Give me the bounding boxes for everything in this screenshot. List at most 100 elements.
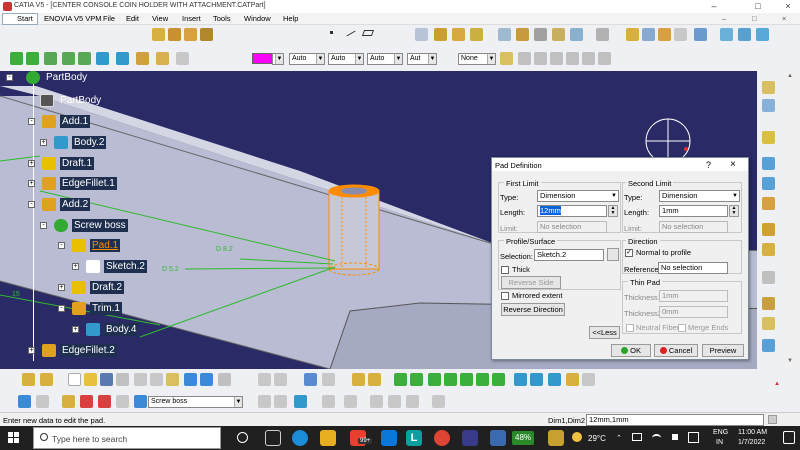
ok-button[interactable]: OK [611, 344, 651, 357]
sketcher-icon[interactable] [607, 248, 619, 261]
reverse-side-button[interactable]: Reverse Side [501, 276, 561, 289]
format-icon-4[interactable] [566, 52, 579, 65]
mirror-tool-icon[interactable] [738, 28, 751, 41]
zoom-in-bottom-icon[interactable] [460, 373, 473, 386]
task-view-icon[interactable] [265, 430, 281, 446]
scroll-up-icon[interactable]: ▲ [787, 73, 793, 79]
expand-toggle[interactable]: + [28, 180, 35, 187]
menu-file[interactable]: File [103, 14, 115, 23]
mirrored-extent-checkbox[interactable] [501, 292, 509, 300]
power-input-clear-icon[interactable] [768, 415, 777, 424]
remove-tool-icon[interactable] [570, 28, 583, 41]
expand-toggle[interactable]: - [58, 242, 65, 249]
expand-toggle[interactable]: - [40, 222, 47, 229]
curvature-icon[interactable] [294, 395, 307, 408]
catia-taskbar-icon[interactable] [462, 430, 478, 446]
speaker-icon[interactable] [672, 434, 678, 440]
layer-combo[interactable]: None ▼ [458, 53, 496, 65]
expand-toggle[interactable]: + [28, 160, 35, 167]
menu-start[interactable]: Start [2, 13, 38, 25]
redo-icon[interactable] [168, 28, 181, 41]
edge-icon[interactable] [292, 430, 308, 446]
tree-item-label[interactable]: Add.1 [60, 115, 91, 128]
draft-analysis-icon[interactable] [274, 395, 287, 408]
refresh-icon[interactable] [18, 395, 31, 408]
maximize-button[interactable]: □ [750, 1, 766, 12]
scan-icon[interactable] [80, 395, 93, 408]
reference-field[interactable]: No selection [658, 262, 728, 274]
measure-bottom-icon[interactable] [344, 395, 357, 408]
color-swatch[interactable] [252, 53, 272, 64]
pan-icon[interactable] [10, 52, 23, 65]
loft-tool-icon[interactable] [552, 28, 565, 41]
expand-toggle[interactable]: - [28, 118, 35, 125]
shading-icon[interactable] [136, 52, 149, 65]
menu-window[interactable]: Window [244, 14, 271, 23]
scroll-down-icon[interactable]: ▼ [787, 358, 793, 364]
tree-item-label[interactable]: PartBody [58, 94, 103, 107]
annotation-icon[interactable] [762, 297, 775, 310]
remove-lump-icon[interactable] [762, 223, 775, 236]
swap-bottom-icon[interactable] [582, 373, 595, 386]
menu-view[interactable]: View [152, 14, 168, 23]
less-button[interactable]: <<Less [589, 326, 620, 339]
vertical-scrollbar[interactable]: ▲ ▼ [782, 71, 800, 369]
battery-widget[interactable]: 48% [512, 431, 535, 445]
menu-tools[interactable]: Tools [213, 14, 231, 23]
cortana-icon[interactable] [237, 432, 248, 443]
snapshot-icon[interactable] [388, 395, 401, 408]
undo-icon[interactable] [152, 28, 165, 41]
language-2[interactable]: IN [716, 439, 723, 446]
menu-enovia[interactable]: ENOVIA V5 VPM [44, 14, 102, 23]
inertia-icon[interactable] [406, 395, 419, 408]
thread-icon[interactable] [762, 317, 775, 330]
plane-icon[interactable] [361, 30, 375, 36]
reverse-direction-button[interactable]: Reverse Direction [501, 303, 565, 316]
tree-item-label[interactable]: Draft.1 [60, 157, 95, 170]
tree-item-label[interactable]: Body.4 [104, 323, 139, 336]
redo-bottom-icon[interactable] [200, 373, 213, 386]
point-symbol-combo[interactable]: Aut ▼ [407, 53, 437, 65]
select-trap-icon[interactable] [40, 373, 53, 386]
work-object-combo[interactable]: Screw boss ▼ [148, 396, 243, 408]
minimize-button[interactable]: – [706, 1, 722, 12]
taskbar-search[interactable]: Type here to search [33, 427, 221, 449]
cloud-icon[interactable] [688, 432, 699, 443]
thick-checkbox[interactable] [501, 266, 509, 274]
first-length-spinner[interactable]: ▲ ▼ [608, 205, 618, 217]
tree-item-label[interactable]: Trim.1 [90, 302, 122, 315]
rotate-bottom-icon[interactable] [444, 373, 457, 386]
fillet-tool-icon[interactable] [626, 28, 639, 41]
draft-tool-icon[interactable] [658, 28, 671, 41]
format-icon-3[interactable] [550, 52, 563, 65]
transparency-combo[interactable]: Auto ▼ [289, 53, 325, 65]
pocket-tool-icon[interactable] [452, 28, 465, 41]
link-icon[interactable] [36, 395, 49, 408]
format-icon-6[interactable] [598, 52, 611, 65]
battery-icon[interactable] [632, 433, 642, 441]
zoom-out-icon[interactable] [78, 52, 91, 65]
second-length-input[interactable]: 1mm [659, 205, 728, 217]
shell-tool-icon[interactable] [674, 28, 687, 41]
normal-to-profile-checkbox[interactable]: ✓ [625, 249, 633, 257]
assemble-icon[interactable] [762, 157, 775, 170]
sticky-notes-icon[interactable] [490, 430, 506, 446]
iso-view-icon[interactable] [116, 52, 129, 65]
hide-bottom-icon[interactable] [566, 373, 579, 386]
whats-this-icon[interactable] [218, 373, 231, 386]
tree-item-label[interactable]: Pad.1 [90, 239, 121, 252]
menu-insert[interactable]: Insert [182, 14, 201, 23]
dialog-close-button[interactable]: × [730, 159, 736, 170]
store-icon[interactable] [381, 430, 397, 446]
sketch-tool-icon[interactable] [415, 28, 428, 41]
expand-toggle[interactable]: + [58, 284, 65, 291]
table-icon[interactable] [304, 373, 317, 386]
rib-tool-icon[interactable] [498, 28, 511, 41]
format-icon-2[interactable] [534, 52, 547, 65]
cut-icon[interactable] [134, 373, 147, 386]
power-input-field[interactable]: 12mm,1mm [586, 414, 764, 426]
close-button[interactable]: × [780, 1, 796, 12]
cancel-button[interactable]: Cancel [654, 344, 698, 357]
help-button[interactable]: ? [706, 160, 711, 170]
normal-bottom-icon[interactable] [492, 373, 505, 386]
